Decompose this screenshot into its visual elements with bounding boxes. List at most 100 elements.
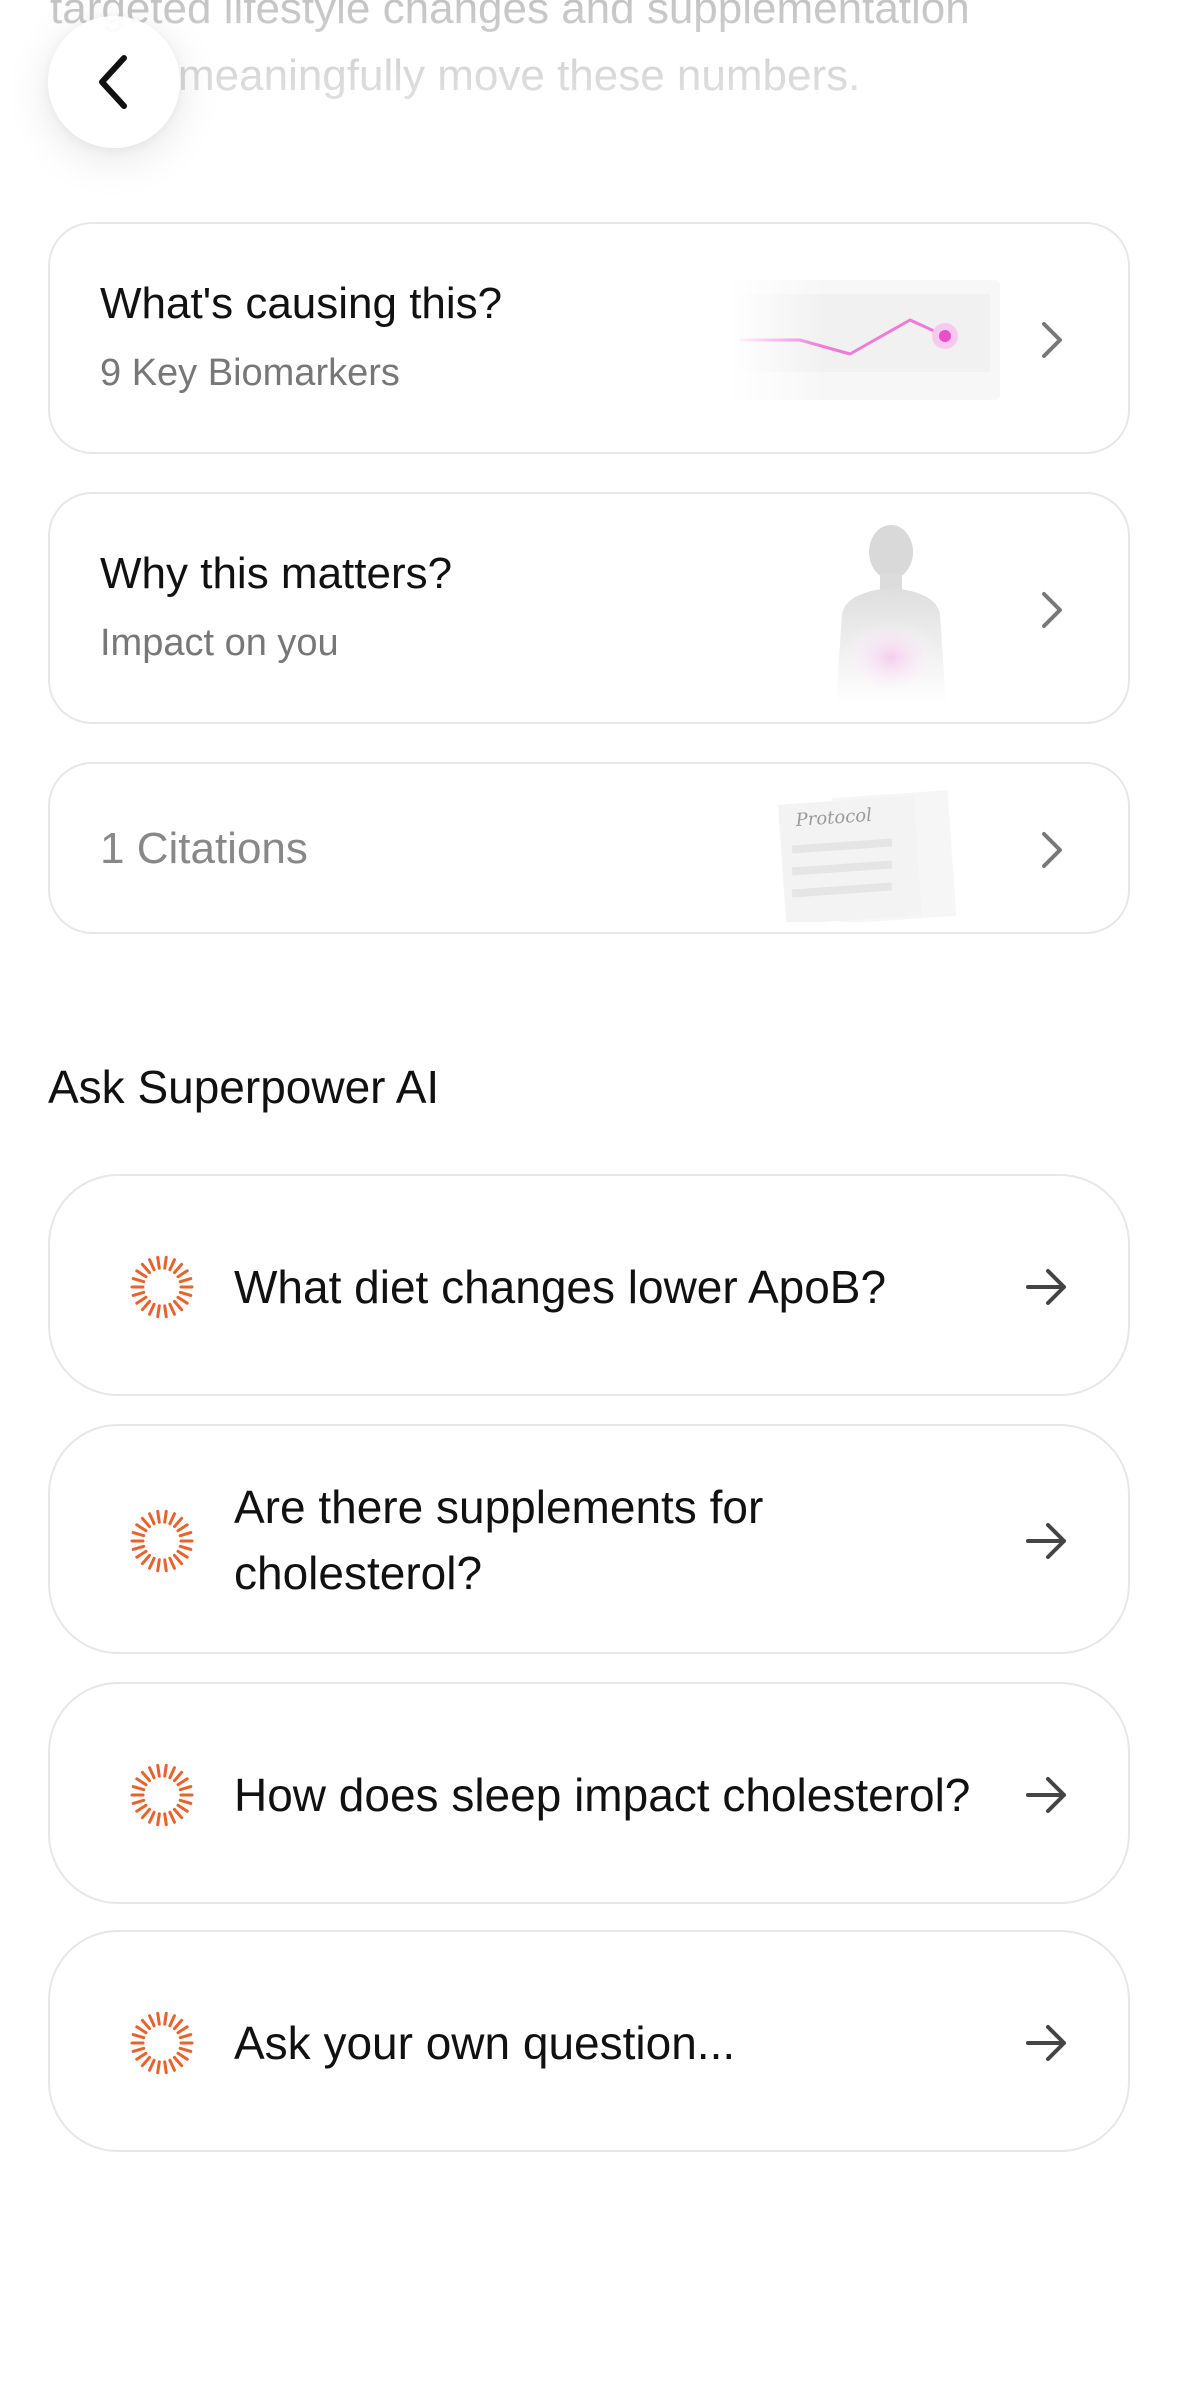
sparkle-ray: [156, 1558, 161, 1573]
sparkle-ray: [135, 2025, 148, 2035]
chevron-right-icon: [1042, 322, 1062, 358]
intro-text: targeted lifestyle changes and supplemen…: [50, 0, 1150, 109]
sparkle-ray: [140, 1299, 152, 1312]
sparkle-ray: [148, 2014, 156, 2028]
sparkle-ray: [172, 1553, 184, 1566]
sparkle-ray: [178, 2033, 193, 2040]
sparkle-ray: [148, 1766, 156, 1780]
sparkle-ray: [176, 1269, 189, 1279]
ask-question-card[interactable]: What diet changes lower ApoB?: [48, 1174, 1130, 1396]
chevron-left-icon: [99, 55, 127, 109]
sparkle-ring-icon: [130, 1763, 194, 1827]
document-thumbnail: Protocol: [777, 790, 957, 922]
sparkle-ray: [140, 2018, 152, 2031]
matters-card-title: Why this matters?: [100, 549, 453, 598]
sparkle-ray: [140, 1516, 152, 1529]
sparkle-ray: [135, 1777, 148, 1787]
sparkle-ray: [131, 1785, 146, 1792]
sparkle-ray: [178, 1290, 193, 1297]
sparkle-ray: [172, 2018, 184, 2031]
sparkle-ray: [156, 2060, 161, 2075]
sparkle-ray: [168, 1556, 176, 1570]
ask-own-question-card[interactable]: Ask your own question...: [48, 1930, 1130, 2152]
arrow-right-icon: [1026, 1269, 1066, 1305]
sparkle-ray: [163, 1812, 168, 1827]
sparkle-ray: [163, 2060, 168, 2075]
sparkle-ray: [131, 1798, 146, 1805]
sparkle-ray: [176, 1549, 189, 1559]
matters-card[interactable]: Why this matters? Impact on you: [48, 492, 1130, 724]
sparkle-ray: [135, 2051, 148, 2061]
sparkle-ray: [178, 2046, 193, 2053]
ask-question-card[interactable]: Are there supplements for cholesterol?: [48, 1424, 1130, 1654]
sparkle-ring-icon: [130, 1255, 194, 1319]
sparkle-ray: [168, 1302, 176, 1316]
sparkle-ray: [135, 1269, 148, 1279]
ask-question-text: How does sleep impact cholesterol?: [234, 1769, 971, 1821]
sparkle-ray: [168, 2058, 176, 2072]
sparkle-ray: [148, 1556, 156, 1570]
sparkle-ray: [163, 1763, 168, 1778]
sparkle-ray: [140, 1262, 152, 1275]
sparkle-ray: [176, 2025, 189, 2035]
sparkle-ray: [156, 1812, 161, 1827]
sparkle-ray: [163, 1255, 168, 1270]
body-figure-thumbnail: [836, 525, 946, 704]
sparkle-ray: [131, 2046, 146, 2053]
sparkle-ray: [178, 1277, 193, 1284]
causing-card-subtitle: 9 Key Biomarkers: [100, 352, 400, 394]
sparkle-ray: [176, 1777, 189, 1787]
sparkle-ray: [168, 1766, 176, 1780]
chevron-right-icon: [1042, 832, 1062, 868]
sparkle-ray: [176, 1803, 189, 1813]
sparkle-ray: [172, 1807, 184, 1820]
sparkle-ray: [148, 1810, 156, 1824]
sparkle-ray: [131, 1544, 146, 1551]
sparkle-ray: [168, 1810, 176, 1824]
sparkle-ray: [131, 1277, 146, 1284]
sparkle-ray: [140, 2055, 152, 2068]
sparkle-ray: [172, 2055, 184, 2068]
sparkle-ray: [168, 1512, 176, 1526]
matters-card-subtitle: Impact on you: [100, 622, 339, 664]
intro-line-2: meaningfully move these numbers.: [178, 51, 861, 100]
sparkle-ray: [172, 1299, 184, 1312]
sparkle-ray: [135, 1549, 148, 1559]
sparkle-ray: [140, 1807, 152, 1820]
sparkle-ray: [135, 1803, 148, 1813]
sparkle-ray: [148, 2058, 156, 2072]
ask-question-text: Ask your own question...: [234, 2017, 736, 2069]
sparkle-ray: [172, 1770, 184, 1783]
sparkle-ray: [148, 1258, 156, 1272]
sparkle-ray: [131, 1290, 146, 1297]
sparkle-ray: [172, 1262, 184, 1275]
sparkle-ray: [156, 2011, 161, 2026]
sparkle-ray: [172, 1516, 184, 1529]
section-title-ask-ai: Ask Superpower AI: [48, 1061, 440, 1113]
back-button[interactable]: [48, 16, 180, 148]
ask-question-line-2: cholesterol?: [234, 1547, 483, 1599]
ask-question-card[interactable]: How does sleep impact cholesterol?: [48, 1682, 1130, 1904]
sparkle-ray: [163, 1304, 168, 1319]
chevron-right-icon: [1042, 592, 1062, 628]
sparkle-ray: [178, 1531, 193, 1538]
citations-card[interactable]: 1 Citations Protocol: [48, 762, 1130, 934]
sparkle-ray: [131, 1531, 146, 1538]
ask-question-text: Are there supplements for cholesterol?: [234, 1474, 763, 1606]
sparkle-ray: [176, 1295, 189, 1305]
sparkle-ray: [168, 2014, 176, 2028]
ask-question-line-1: Are there supplements for: [234, 1481, 764, 1533]
intro-line-1: targeted lifestyle changes and supplemen…: [50, 0, 970, 33]
sparkle-ray: [131, 2033, 146, 2040]
sparkle-ray: [178, 1798, 193, 1805]
sparkle-ray: [178, 1544, 193, 1551]
sparkle-ray: [135, 1295, 148, 1305]
sparkle-ray: [156, 1763, 161, 1778]
ask-question-text: What diet changes lower ApoB?: [234, 1261, 887, 1313]
sparkle-ray: [148, 1512, 156, 1526]
arrow-right-icon: [1026, 1777, 1066, 1813]
sparkle-ring-icon: [130, 1509, 194, 1573]
sparkle-ray: [140, 1770, 152, 1783]
causing-card[interactable]: What's causing this? 9 Key Biomarkers: [48, 222, 1130, 454]
sparkle-ray: [140, 1553, 152, 1566]
